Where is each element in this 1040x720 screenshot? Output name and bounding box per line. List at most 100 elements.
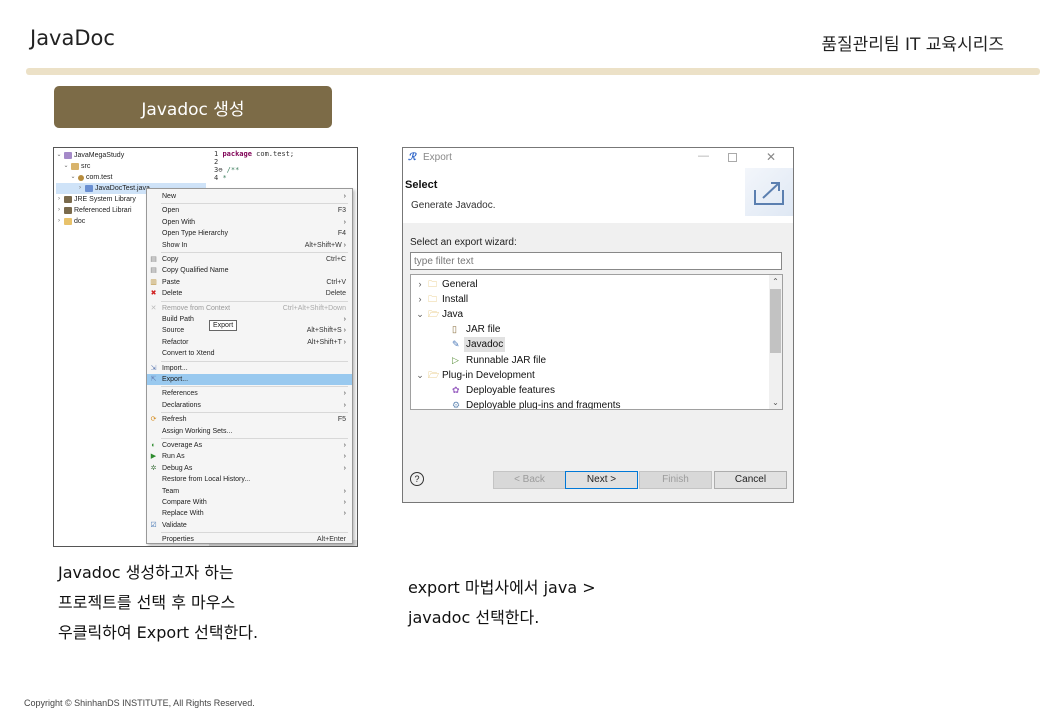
menu-item-label: Export... xyxy=(162,376,189,383)
menu-item-open-with[interactable]: Open With › xyxy=(147,217,352,228)
menu-item-open[interactable]: Open F3 xyxy=(147,205,352,216)
menu-item-show-in[interactable]: Show In Alt+Shift+W › xyxy=(147,240,352,251)
menu-item-shortcut: › xyxy=(343,453,346,461)
scroll-thumb[interactable] xyxy=(770,289,781,353)
menu-item-label: Show In xyxy=(162,241,188,249)
twisty-icon[interactable]: › xyxy=(77,183,83,194)
next-button[interactable]: Next > xyxy=(565,471,638,489)
menu-item-import[interactable]: ⇲ Import... xyxy=(147,363,352,374)
menu-item-build-path[interactable]: Build Path › xyxy=(147,314,352,325)
twisty-icon[interactable]: ⌄ xyxy=(70,172,76,183)
menu-item-label: Restore from Local History... xyxy=(162,476,251,484)
menu-item-refactor[interactable]: Refactor Alt+Shift+T › xyxy=(147,337,352,348)
wizard-item-label: Runnable JAR file xyxy=(466,354,547,366)
menu-item-paste[interactable]: ▥ Paste Ctrl+V xyxy=(147,277,352,288)
menu-item-team[interactable]: Team › xyxy=(147,486,352,497)
menu-item-label: Delete xyxy=(162,290,183,298)
twisty-icon[interactable]: ⌄ xyxy=(415,368,425,383)
code-text: com.test; xyxy=(251,150,295,158)
twisty-icon[interactable]: › xyxy=(415,277,425,292)
menu-item-assign-working-sets[interactable]: Assign Working Sets... xyxy=(147,426,352,437)
menu-item-label: Assign Working Sets... xyxy=(162,427,233,435)
section-badge: Javadoc 생성 xyxy=(54,86,332,128)
twisty-icon[interactable]: › xyxy=(56,194,62,205)
menu-item-shortcut: › xyxy=(343,401,346,409)
lib-icon xyxy=(64,207,72,214)
menu-item-refresh[interactable]: ⟳ Refresh F5 xyxy=(147,414,352,425)
twisty-icon[interactable]: › xyxy=(415,292,425,307)
export-dialog: ℛ Export — ✕ Select Generate Javadoc. Se… xyxy=(402,147,794,503)
wizard-item[interactable]: ▷ Runnable JAR file xyxy=(411,353,766,368)
menu-item-shortcut: › xyxy=(343,442,346,449)
wizard-item[interactable]: ⌄ 🗁 Java xyxy=(411,307,766,322)
menu-item-export[interactable]: ⇱ Export... xyxy=(147,374,352,385)
menu-item-replace-with[interactable]: Replace With › xyxy=(147,508,352,519)
paste-icon: ▥ xyxy=(150,278,157,286)
filter-input[interactable] xyxy=(410,252,782,270)
menu-item-remove-from-context[interactable]: ✕ Remove from Context Ctrl+Alt+Shift+Down xyxy=(147,303,352,314)
twisty-icon[interactable]: ⌄ xyxy=(63,161,69,172)
menu-item-label: New xyxy=(162,193,177,200)
finish-button[interactable]: Finish xyxy=(639,471,712,489)
jar-icon: ▯ xyxy=(452,324,457,335)
caption-line: 프로젝트를 선택 후 마우스 xyxy=(58,593,236,612)
twisty-icon[interactable]: › xyxy=(56,216,62,227)
menu-item-shortcut: › xyxy=(343,316,346,323)
wizard-item[interactable]: ✎ Javadoc xyxy=(411,337,766,353)
scroll-up-icon[interactable]: ⌃ xyxy=(769,275,782,288)
scroll-down-icon[interactable]: ⌄ xyxy=(769,396,782,409)
menu-item-copy-qualified-name[interactable]: ▤ Copy Qualified Name xyxy=(147,265,352,276)
wizard-item[interactable]: › 🗀 Install xyxy=(411,292,766,307)
tree-item[interactable]: ⌄ com.test xyxy=(56,172,206,183)
menu-item-declarations[interactable]: Declarations › xyxy=(147,400,352,411)
wizard-item[interactable]: ⌄ 🗁 Plug-in Development xyxy=(411,368,766,383)
wizard-description: Generate Javadoc. xyxy=(411,200,496,211)
menu-item-shortcut: Alt+Shift+T › xyxy=(307,338,346,346)
menu-item-copy[interactable]: ▤ Copy Ctrl+C xyxy=(147,254,352,265)
menu-item-shortcut: F3 xyxy=(337,207,346,215)
maximize-icon[interactable] xyxy=(728,153,737,162)
menu-item-label: Build Path xyxy=(162,316,194,323)
code-text: /** xyxy=(226,166,240,174)
menu-item-convert-to-xtend[interactable]: Convert to Xtend xyxy=(147,348,352,359)
menu-item-compare-with[interactable]: Compare With › xyxy=(147,497,352,508)
menu-item-coverage-as[interactable]: ◐ Coverage As › xyxy=(147,440,352,451)
menu-item-properties[interactable]: Properties Alt+Enter xyxy=(147,534,352,545)
menu-item-references[interactable]: References › xyxy=(147,388,352,399)
tree-item[interactable]: ⌄ JavaMegaStudy xyxy=(56,150,206,161)
tree-scrollbar[interactable]: ⌃ ⌄ xyxy=(769,275,782,409)
menu-item-run-as[interactable]: ▶ Run As › xyxy=(147,451,352,462)
back-button[interactable]: < Back xyxy=(493,471,566,489)
menu-item-label: Open With xyxy=(162,218,196,226)
menu-item-label: Copy xyxy=(162,256,179,263)
folder-open-icon: 🗁 xyxy=(428,369,440,380)
wizard-item[interactable]: › 🗀 General xyxy=(411,277,766,292)
menu-item-label: Open Type Hierarchy xyxy=(162,230,229,238)
menu-item-delete[interactable]: ✖ Delete Delete xyxy=(147,288,352,299)
help-icon[interactable]: ? xyxy=(410,472,424,486)
twisty-icon[interactable]: ⌄ xyxy=(56,150,62,161)
menu-item-source[interactable]: Source Alt+Shift+S › xyxy=(147,325,352,336)
validate-icon: ☑ xyxy=(150,521,157,529)
menu-item-open-type-hierarchy[interactable]: Open Type Hierarchy F4 xyxy=(147,228,352,239)
menu-item-label: Replace With xyxy=(162,510,204,518)
code-line: 4 * xyxy=(214,174,294,182)
twisty-icon[interactable]: ⌄ xyxy=(415,307,425,322)
tree-item[interactable]: ⌄ src xyxy=(56,161,206,172)
close-icon[interactable]: ✕ xyxy=(766,150,776,164)
menu-item-restore-from-local-history[interactable]: Restore from Local History... xyxy=(147,474,352,485)
tree-item-label: src xyxy=(81,163,91,170)
wizard-item[interactable]: ⚙ Deployable plug-ins and fragments xyxy=(411,398,766,409)
cancel-button[interactable]: Cancel xyxy=(714,471,787,489)
menu-item-new[interactable]: New › xyxy=(147,191,352,202)
menu-item-label: Debug As xyxy=(162,464,193,472)
wizard-item-label: Javadoc xyxy=(464,337,506,353)
wizard-item[interactable]: ✿ Deployable features xyxy=(411,383,766,398)
menu-item-debug-as[interactable]: ✲ Debug As › xyxy=(147,463,352,474)
minimize-icon[interactable]: — xyxy=(698,150,709,162)
menu-item-validate[interactable]: ☑ Validate xyxy=(147,520,352,531)
wizard-item[interactable]: ▯ JAR file xyxy=(411,322,766,337)
twisty-icon[interactable]: › xyxy=(56,205,62,216)
wizard-heading: Select xyxy=(405,179,438,191)
code-keyword: package xyxy=(222,150,252,158)
